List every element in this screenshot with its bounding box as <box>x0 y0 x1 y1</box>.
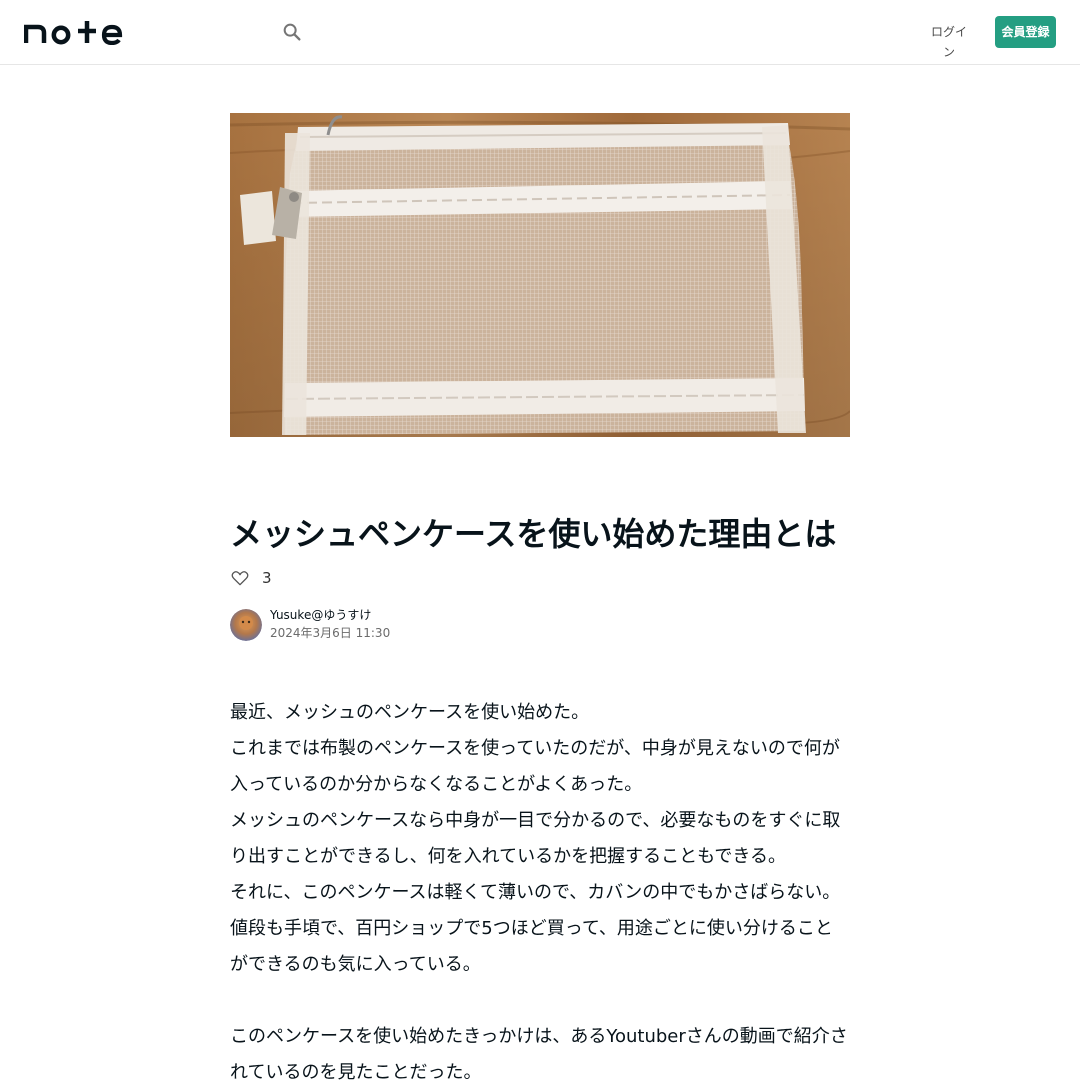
body-paragraph: これまでは布製のペンケースを使っていたのだが、中身が見えないので何が入っているの… <box>230 738 840 795</box>
search-button[interactable] <box>279 19 305 45</box>
note-logo[interactable] <box>23 19 124 46</box>
site-header: ログイン 会員登録 <box>0 0 1080 65</box>
author-name[interactable]: Yusuke@ゆうすけ <box>270 607 390 624</box>
article-body: 最近、メッシュのペンケースを使い始めた。 これまでは布製のペンケースを使っていた… <box>230 695 850 1091</box>
article-hero-image <box>230 113 850 437</box>
body-paragraph: それに、このペンケースは軽くて薄いので、カバンの中でもかさばらない。 <box>230 882 841 903</box>
body-paragraph: メッシュのペンケースなら中身が一目で分かるので、必要なものをすぐに取り出すことが… <box>230 810 841 867</box>
body-paragraph: 値段も手頃で、百円ショップで5つほど買って、用途ごとに使い分けることができるのも… <box>230 918 833 975</box>
signup-button[interactable]: 会員登録 <box>995 16 1056 48</box>
article-title: メッシュペンケースを使い始めた理由とは <box>230 515 837 553</box>
body-paragraph-empty <box>230 983 850 1019</box>
like-count: 3 <box>262 569 272 587</box>
heart-icon[interactable] <box>230 568 250 588</box>
body-paragraph: 最近、メッシュのペンケースを使い始めた。 <box>230 702 590 723</box>
login-link[interactable]: ログイン <box>926 22 972 59</box>
body-paragraph: このペンケースを使い始めたきっかけは、あるYoutuberさんの動画で紹介されて… <box>230 1026 848 1083</box>
like-row: 3 <box>230 566 272 590</box>
author-avatar[interactable] <box>230 608 262 641</box>
search-icon <box>283 23 301 41</box>
author-block: Yusuke@ゆうすけ 2024年3月6日 11:30 <box>230 607 390 642</box>
post-date: 2024年3月6日 11:30 <box>270 626 391 640</box>
author-meta: Yusuke@ゆうすけ 2024年3月6日 11:30 <box>270 607 390 642</box>
